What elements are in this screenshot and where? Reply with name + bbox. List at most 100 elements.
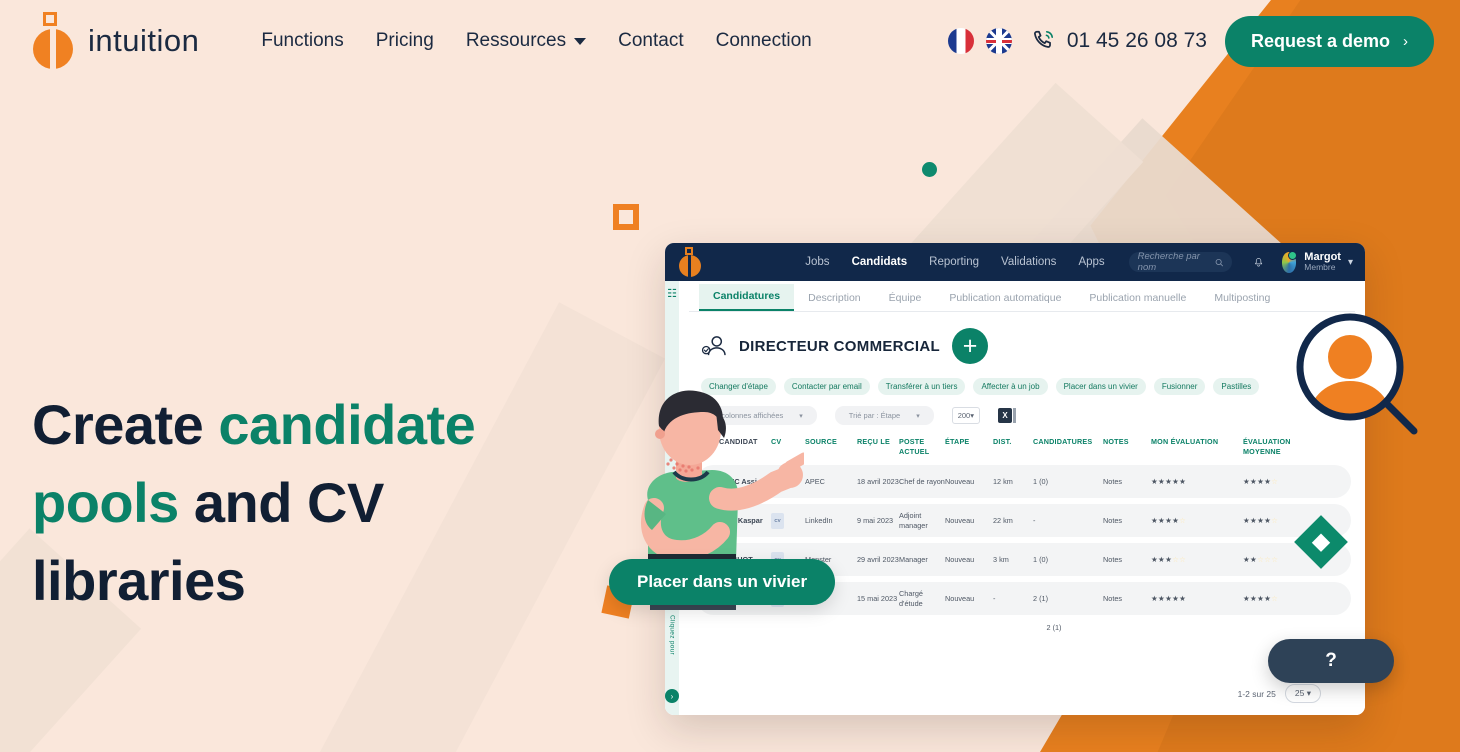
app-logo-icon[interactable]	[677, 247, 701, 277]
excel-export-icon[interactable]: X	[997, 408, 1016, 423]
table-footer-value: 2 (1)	[1046, 623, 1062, 633]
sort-filter[interactable]: Trié par : Étape ▾	[834, 406, 934, 425]
hero-line2-accent: pools	[32, 471, 179, 534]
chevron-right-icon[interactable]: ›	[665, 689, 679, 703]
pagination-range: 1-2 sur 25	[1237, 688, 1276, 699]
chip-placer-vivier[interactable]: Placer dans un vivier	[1055, 378, 1146, 395]
tab-multiposting[interactable]: Multiposting	[1200, 286, 1284, 311]
cell-etape: Nouveau	[945, 594, 975, 604]
square-outline-shape	[613, 204, 639, 230]
help-button[interactable]: ?	[1268, 639, 1394, 683]
cell-mon-evaluation[interactable]: ★★★★★	[1151, 477, 1243, 487]
request-demo-label: Request a demo	[1250, 30, 1390, 51]
page-size-value: 200	[957, 411, 971, 420]
phone-link[interactable]: 01 45 26 08 73	[1030, 28, 1207, 54]
cell-poste-actuel: Manager	[899, 555, 928, 565]
pagination: 1-2 sur 25 25 ▾	[1238, 684, 1321, 703]
page-title: Create candidate pools and CV libraries	[32, 386, 592, 620]
cell-candidatures: 1 (0)	[1033, 555, 1049, 565]
logo-icon	[30, 12, 76, 70]
tab-publication-manuelle[interactable]: Publication manuelle	[1075, 286, 1200, 311]
logo[interactable]: intuition	[30, 12, 199, 70]
chip-fusionner[interactable]: Fusionner	[1153, 378, 1206, 395]
main-nav: Functions Pricing Ressources Contact Con…	[261, 30, 811, 52]
tab-publication-automatique[interactable]: Publication automatique	[935, 286, 1075, 311]
app-nav-jobs[interactable]: Jobs	[805, 256, 829, 268]
app-nav-reporting[interactable]: Reporting	[929, 256, 979, 268]
cell-candidatures: 2 (1)	[1033, 594, 1049, 604]
avatar[interactable]	[1281, 250, 1298, 273]
th-source: SOURCE	[805, 437, 837, 446]
th-dist: DIST.	[993, 437, 1012, 446]
cell-notes[interactable]: Notes	[1103, 477, 1151, 487]
cell-dist: 12 km	[993, 477, 1013, 487]
cell-notes[interactable]: Notes	[1103, 555, 1151, 565]
cell-notes[interactable]: Notes	[1103, 516, 1151, 526]
cell-etape: Nouveau	[945, 477, 975, 487]
app-nav-validations[interactable]: Validations	[1001, 256, 1056, 268]
th-mon-evaluation: MON ÉVALUATION	[1151, 437, 1219, 446]
hero-line2-plain: and CV	[178, 471, 384, 534]
app-page-title: DIRECTEUR COMMERCIAL	[739, 337, 940, 355]
cell-evaluation-moyenne: ★★★★☆	[1243, 477, 1279, 487]
nav-item-ressources[interactable]: Ressources	[466, 30, 587, 52]
chip-pastilles[interactable]: Pastilles	[1213, 378, 1260, 395]
cell-etape: Nouveau	[945, 516, 975, 526]
page-size-selector[interactable]: 200▾	[951, 407, 980, 424]
cell-mon-evaluation[interactable]: ★★★★★	[1151, 594, 1243, 604]
candidate-icon	[701, 336, 726, 356]
cell-recu-le: 9 mai 2023	[857, 516, 894, 526]
app-title-row: DIRECTEUR COMMERCIAL +	[679, 312, 1365, 364]
hero-line1-plain: Create	[32, 393, 219, 456]
tab-description[interactable]: Description	[794, 286, 875, 311]
pagination-page-size-value: 25	[1294, 688, 1305, 698]
cell-candidatures: -	[1033, 516, 1036, 526]
logo-text: intuition	[88, 23, 200, 58]
th-candidatures: CANDIDATURES	[1033, 437, 1093, 446]
nav-item-label: Pricing	[375, 30, 434, 51]
hero-line3-plain: libraries	[32, 549, 246, 612]
person-illustration	[604, 382, 810, 677]
chevron-right-icon: ›	[1403, 32, 1408, 50]
nav-item-pricing[interactable]: Pricing	[376, 30, 434, 52]
th-etape: ÉTAPE	[945, 437, 970, 446]
cell-notes[interactable]: Notes	[1103, 594, 1151, 604]
chip-transferer-tiers[interactable]: Transférer à un tiers	[877, 378, 966, 395]
tab-candidatures[interactable]: Candidatures	[699, 284, 795, 311]
app-nav-candidats[interactable]: Candidats	[852, 256, 908, 268]
cell-source: APEC	[805, 477, 825, 487]
magnifier-person-icon	[1292, 309, 1422, 454]
nav-item-connection[interactable]: Connection	[716, 30, 812, 52]
cell-poste-actuel: Adjoint manager	[899, 511, 928, 530]
cell-recu-le: 18 avril 2023	[857, 477, 899, 487]
chevron-down-icon: ▾	[970, 411, 974, 420]
header-right: 01 45 26 08 73 Request a demo ›	[947, 15, 1460, 67]
cell-recu-le: 15 mai 2023	[857, 594, 898, 604]
nav-item-label: Functions	[261, 30, 344, 51]
chip-affecter-job[interactable]: Affecter à un job	[973, 378, 1048, 395]
nav-item-functions[interactable]: Functions	[261, 30, 343, 52]
nav-item-contact[interactable]: Contact	[618, 30, 683, 52]
grid-menu-icon[interactable]: ☷	[667, 289, 677, 300]
bell-icon[interactable]	[1254, 255, 1263, 270]
user-menu[interactable]: Margot Membre	[1304, 251, 1341, 273]
request-demo-button[interactable]: Request a demo ›	[1224, 15, 1434, 67]
flag-united-kingdom-icon[interactable]	[985, 28, 1012, 54]
flag-france-icon[interactable]	[947, 28, 974, 54]
cell-mon-evaluation[interactable]: ★★★★☆	[1151, 516, 1243, 526]
chevron-down-icon[interactable]: ▾	[1348, 257, 1353, 268]
cell-recu-le: 29 avril 2023	[857, 555, 899, 565]
add-candidate-button[interactable]: +	[952, 328, 988, 364]
tab-equipe[interactable]: Équipe	[875, 286, 936, 311]
app-search-input[interactable]: Recherche par nom	[1128, 251, 1233, 273]
phone-ring-icon	[1033, 30, 1053, 48]
pagination-page-size[interactable]: 25 ▾	[1284, 684, 1321, 703]
user-role: Membre	[1304, 262, 1336, 273]
tooltip-placer-dans-un-vivier: Placer dans un vivier	[609, 559, 836, 605]
page-root: intuition Functions Pricing Ressources C…	[0, 0, 1460, 752]
app-topbar: Jobs Candidats Reporting Validations App…	[665, 243, 1365, 281]
cell-mon-evaluation[interactable]: ★★★☆☆	[1151, 555, 1243, 565]
th-notes: NOTES	[1103, 437, 1129, 446]
app-nav-apps[interactable]: Apps	[1078, 256, 1104, 268]
app-search-placeholder: Recherche par nom	[1137, 251, 1200, 273]
